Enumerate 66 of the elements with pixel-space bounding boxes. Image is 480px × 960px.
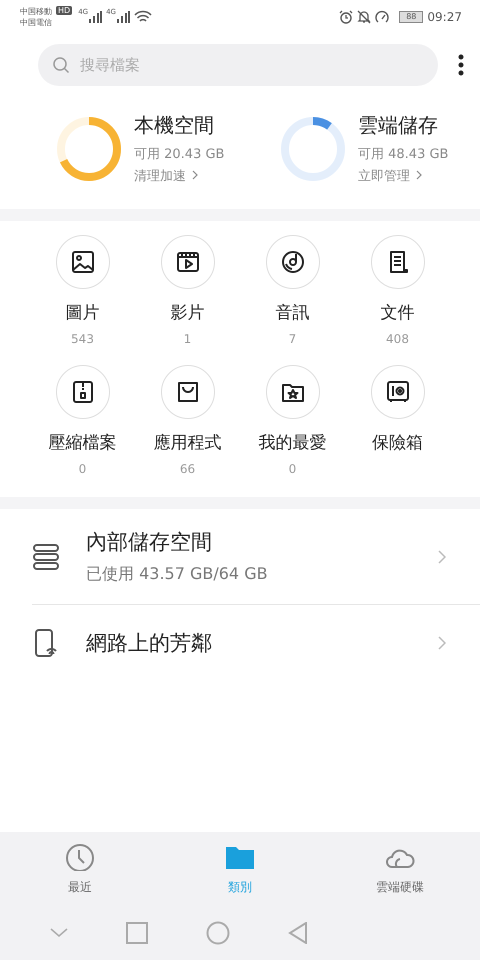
nav-tab[interactable]: 雲端硬碟 (320, 842, 480, 896)
alarm-icon (339, 10, 354, 24)
storage-title: 本機空間 (134, 112, 215, 139)
search-field[interactable]: 搜尋檔案 (38, 44, 438, 86)
storage-action-link[interactable]: 立即管理 (358, 167, 448, 185)
available-space: 可用 48.43 GB (358, 146, 448, 163)
category-label: 我的最愛 (258, 432, 326, 454)
clock-time: 09:27 (427, 10, 462, 24)
wifi-icon (134, 10, 152, 24)
clock-icon (65, 842, 95, 870)
location-title: 網路上的芳鄰 (86, 630, 213, 657)
category-label: 圖片 (66, 302, 100, 324)
file-count: 0 (78, 462, 86, 476)
file-count: 1 (184, 332, 192, 346)
file-count: 543 (71, 332, 94, 346)
file-count: 66 (180, 462, 196, 476)
category-item[interactable]: 影片 1 (135, 235, 240, 361)
category-label: 影片 (170, 302, 204, 324)
chevron-right-icon (438, 550, 446, 564)
storage-location-row[interactable]: 內部儲存空間 已使用 43.57 GB/64 GB (32, 509, 480, 605)
category-item[interactable]: 保險箱 (345, 365, 450, 491)
signal-icon (116, 11, 130, 23)
chevron-right-icon (416, 170, 422, 180)
recent-apps-icon[interactable] (126, 922, 148, 944)
storage-action-link[interactable]: 清理加速 (134, 167, 224, 185)
hd-badge: HD (56, 6, 72, 15)
signal-icon (88, 11, 102, 23)
storage-stack-icon (32, 542, 60, 570)
collapse-icon[interactable] (50, 928, 68, 938)
category-label: 壓縮檔案 (48, 432, 116, 454)
category-label: 應用程式 (154, 432, 222, 454)
file-count: 7 (288, 332, 296, 346)
home-icon[interactable] (206, 921, 230, 945)
available-space: 可用 20.43 GB (134, 146, 224, 163)
category-item[interactable]: 文件 408 (345, 235, 450, 361)
file-count: 0 (288, 462, 296, 476)
category-item[interactable]: 圖片 543 (30, 235, 135, 361)
storage-ring (56, 116, 122, 182)
category-item[interactable]: 壓縮檔案 0 (30, 365, 135, 491)
category-item[interactable]: 音訊 7 (240, 235, 345, 361)
picture-icon (70, 249, 96, 275)
video-icon (174, 249, 200, 275)
storage-title: 雲端儲存 (358, 112, 439, 139)
carrier-name: 中国電信 (20, 17, 52, 28)
storage-location-row[interactable]: 網路上的芳鄰 (32, 605, 480, 681)
muted-bell-icon (357, 10, 372, 24)
music-disc-icon (280, 249, 306, 275)
category-label: 保險箱 (372, 432, 423, 454)
category-label: 文件 (380, 302, 414, 324)
category-item[interactable]: 應用程式 66 (135, 365, 240, 491)
storage-ring (280, 116, 346, 182)
battery-level: 88 (399, 11, 424, 23)
speedometer-icon (375, 10, 390, 24)
chevron-right-icon (438, 636, 446, 650)
location-usage: 已使用 43.57 GB/64 GB (86, 564, 269, 585)
file-count: 408 (386, 332, 409, 346)
carrier-name: 中国移動 (20, 6, 52, 17)
more-options-icon[interactable] (458, 54, 464, 76)
back-icon[interactable] (288, 922, 308, 944)
search-icon (52, 56, 70, 74)
location-title: 內部儲存空間 (86, 529, 213, 556)
chevron-right-icon (192, 170, 198, 180)
category-item[interactable]: 我的最愛 0 (240, 365, 345, 491)
nav-tab[interactable]: 最近 (0, 842, 160, 896)
safe-icon (384, 379, 410, 405)
category-label: 音訊 (276, 302, 310, 324)
